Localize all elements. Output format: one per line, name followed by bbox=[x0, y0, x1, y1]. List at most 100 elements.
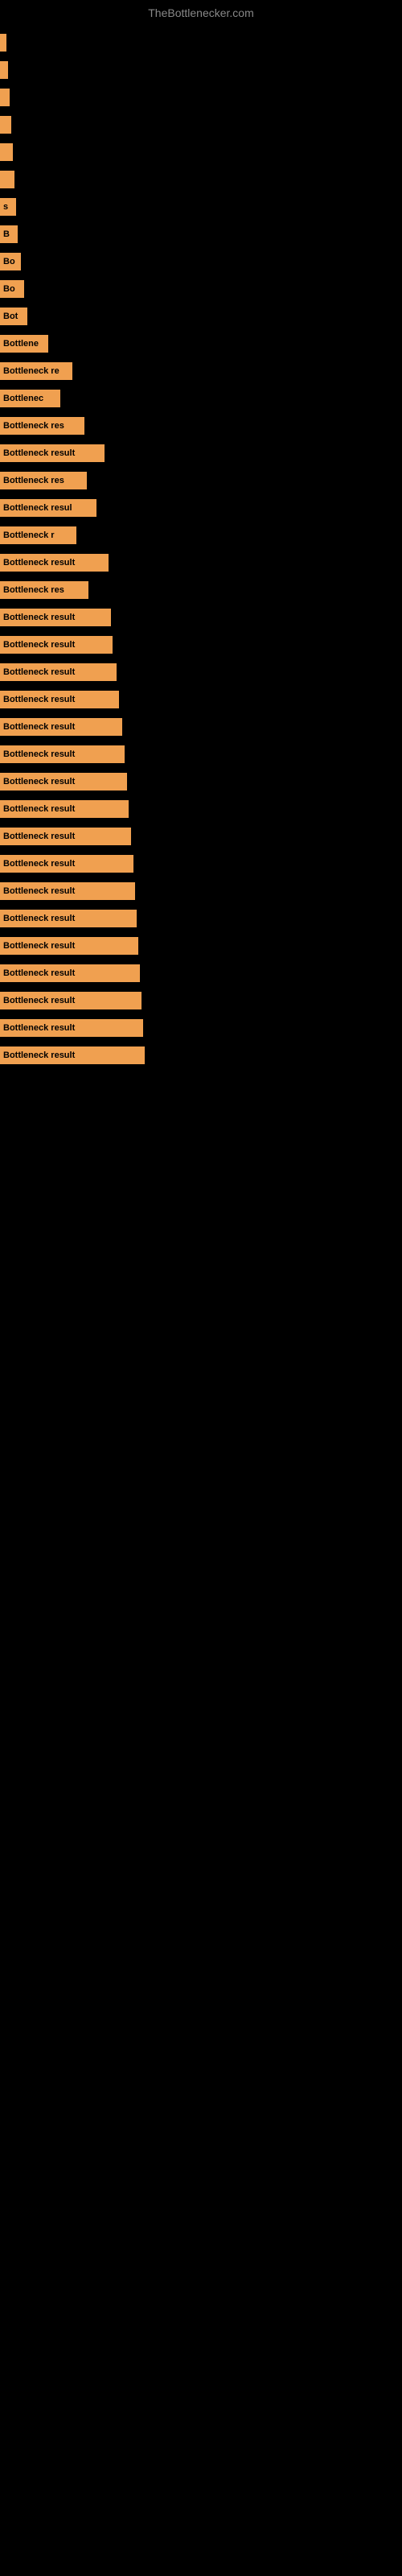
bar-row: Bottlenec bbox=[0, 386, 402, 411]
bar-label: Bottleneck result bbox=[3, 968, 75, 978]
bar-label: Bottleneck re bbox=[3, 366, 59, 376]
bar-item: Bottleneck result bbox=[0, 964, 140, 982]
bar-row: Bottleneck result bbox=[0, 797, 402, 821]
bar-row: Bottleneck result bbox=[0, 824, 402, 848]
bar-item bbox=[0, 143, 13, 161]
bar-item: Bottleneck result bbox=[0, 992, 142, 1009]
bar-item: Bottleneck result bbox=[0, 828, 131, 845]
bar-label: Bottleneck result bbox=[3, 777, 75, 786]
bar-label: Bottleneck res bbox=[3, 421, 64, 431]
bar-row: Bottleneck res bbox=[0, 414, 402, 438]
bar-item: Bottleneck result bbox=[0, 773, 127, 791]
bar-label: Bottleneck result bbox=[3, 1051, 75, 1060]
bar-label: Bot bbox=[3, 312, 18, 321]
bar-row: Bottleneck resul bbox=[0, 496, 402, 520]
bar-item: B bbox=[0, 225, 18, 243]
bar-item bbox=[0, 61, 8, 79]
site-title: TheBottlenecker.com bbox=[0, 0, 402, 23]
bar-label: Bo bbox=[3, 257, 15, 266]
bar-row: Bottleneck result bbox=[0, 1016, 402, 1040]
bar-item: Bottleneck result bbox=[0, 937, 138, 955]
bar-item: Bottleneck re bbox=[0, 362, 72, 380]
bar-row: Bottleneck result bbox=[0, 852, 402, 876]
bar-label: Bottleneck r bbox=[3, 530, 55, 540]
bar-item: Bo bbox=[0, 253, 21, 270]
bar-row bbox=[0, 140, 402, 164]
bar-row: Bottleneck re bbox=[0, 359, 402, 383]
bar-item: Bottleneck res bbox=[0, 581, 88, 599]
bar-item: Bot bbox=[0, 308, 27, 325]
bar-label: Bottleneck res bbox=[3, 476, 64, 485]
bar-label: Bottleneck result bbox=[3, 448, 75, 458]
bar-label: Bottleneck resul bbox=[3, 503, 72, 513]
bar-label: s bbox=[3, 202, 8, 212]
bar-label: Bottleneck res bbox=[3, 585, 64, 595]
bar-label: Bottleneck result bbox=[3, 613, 75, 622]
bar-row: Bo bbox=[0, 277, 402, 301]
bar-row: Bottleneck result bbox=[0, 879, 402, 903]
bar-label: B bbox=[3, 229, 10, 239]
bar-item: Bottleneck result bbox=[0, 609, 111, 626]
bars-container: s B Bo Bo Bot Bottlene Bottleneck re Bottlenec B… bbox=[0, 23, 402, 1079]
bar-item: s bbox=[0, 198, 16, 216]
bar-row: B bbox=[0, 222, 402, 246]
bar-row bbox=[0, 113, 402, 137]
bar-item: Bottleneck result bbox=[0, 1019, 143, 1037]
bar-row: Bottleneck result bbox=[0, 934, 402, 958]
bar-item bbox=[0, 89, 10, 106]
bar-item: Bottleneck result bbox=[0, 663, 117, 681]
bar-label: Bottleneck result bbox=[3, 804, 75, 814]
bar-row: Bottleneck result bbox=[0, 989, 402, 1013]
bar-row bbox=[0, 85, 402, 109]
bar-label: Bottleneck result bbox=[3, 695, 75, 704]
bar-row: Bottleneck result bbox=[0, 605, 402, 630]
bar-item: Bottleneck result bbox=[0, 444, 105, 462]
bar-item bbox=[0, 34, 6, 52]
bar-row: Bottleneck result bbox=[0, 441, 402, 465]
bar-row: Bottleneck result bbox=[0, 715, 402, 739]
bar-label: Bottleneck result bbox=[3, 832, 75, 841]
bar-item: Bottleneck result bbox=[0, 882, 135, 900]
bar-label: Bottleneck result bbox=[3, 722, 75, 732]
bar-item: Bottleneck res bbox=[0, 417, 84, 435]
bar-label: Bottleneck result bbox=[3, 667, 75, 677]
bar-label: Bottleneck result bbox=[3, 749, 75, 759]
bar-label: Bottleneck result bbox=[3, 1023, 75, 1033]
bar-row: s bbox=[0, 195, 402, 219]
bar-item: Bottlene bbox=[0, 335, 48, 353]
bar-label: Bottleneck result bbox=[3, 859, 75, 869]
bar-row: Bottleneck result bbox=[0, 906, 402, 931]
bar-item: Bottleneck result bbox=[0, 636, 113, 654]
bar-row: Bottleneck res bbox=[0, 469, 402, 493]
bar-item: Bottleneck r bbox=[0, 526, 76, 544]
bar-label: Bottleneck result bbox=[3, 640, 75, 650]
bar-item: Bottleneck result bbox=[0, 554, 109, 572]
bar-label: Bottleneck result bbox=[3, 914, 75, 923]
bar-item: Bottleneck result bbox=[0, 800, 129, 818]
bar-row bbox=[0, 31, 402, 55]
bar-label: Bottlene bbox=[3, 339, 39, 349]
bar-item: Bottleneck result bbox=[0, 745, 125, 763]
bar-label: Bottleneck result bbox=[3, 996, 75, 1005]
bar-label: Bottleneck result bbox=[3, 558, 75, 568]
bar-row bbox=[0, 167, 402, 192]
bar-row: Bottleneck res bbox=[0, 578, 402, 602]
bar-item: Bottleneck resul bbox=[0, 499, 96, 517]
bar-row: Bottleneck result bbox=[0, 660, 402, 684]
bar-row: Bottleneck r bbox=[0, 523, 402, 547]
bar-label: Bottleneck result bbox=[3, 941, 75, 951]
bar-item: Bottleneck res bbox=[0, 472, 87, 489]
bar-row: Bottleneck result bbox=[0, 633, 402, 657]
bar-row: Bottleneck result bbox=[0, 1043, 402, 1067]
bar-item bbox=[0, 116, 11, 134]
bar-row: Bottleneck result bbox=[0, 551, 402, 575]
bar-row: Bot bbox=[0, 304, 402, 328]
bar-label: Bo bbox=[3, 284, 15, 294]
bar-item: Bottlenec bbox=[0, 390, 60, 407]
bar-row: Bo bbox=[0, 250, 402, 274]
bar-label: Bottlenec bbox=[3, 394, 43, 403]
bar-item: Bo bbox=[0, 280, 24, 298]
bar-item: Bottleneck result bbox=[0, 1046, 145, 1064]
bar-item: Bottleneck result bbox=[0, 910, 137, 927]
bar-row bbox=[0, 58, 402, 82]
